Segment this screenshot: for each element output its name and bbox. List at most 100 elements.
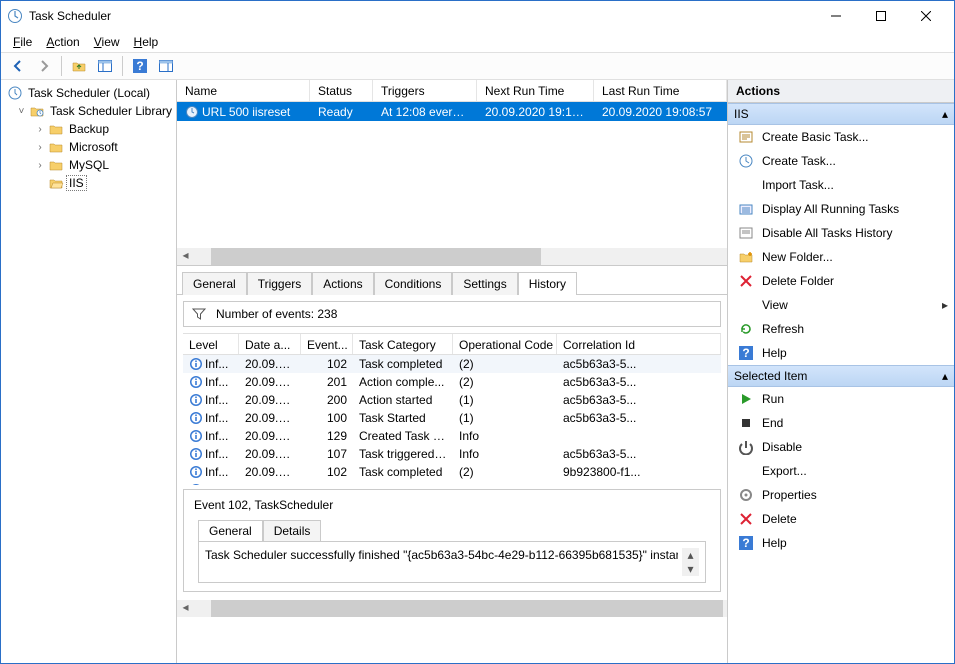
actions-title: Actions — [728, 80, 954, 103]
history-row[interactable]: Inf...20.09.2...201Action comple...(2)9b… — [183, 481, 721, 485]
event-tab-details[interactable]: Details — [263, 520, 322, 541]
col-last-run[interactable]: Last Run Time — [594, 80, 727, 101]
forward-button[interactable] — [33, 55, 55, 77]
tree-pane: Task Scheduler (Local) ˅ Task Scheduler … — [1, 80, 177, 663]
col-triggers[interactable]: Triggers — [373, 80, 477, 101]
action-disable-all-tasks-history[interactable]: Disable All Tasks History — [728, 221, 954, 245]
action-import-task[interactable]: Import Task... — [728, 173, 954, 197]
col-name[interactable]: Name — [177, 80, 310, 101]
tab-general[interactable]: General — [182, 272, 247, 295]
tab-triggers[interactable]: Triggers — [247, 272, 313, 295]
action-icon — [738, 391, 754, 407]
action-create-task[interactable]: Create Task... — [728, 149, 954, 173]
tab-actions[interactable]: Actions — [312, 272, 373, 295]
minimize-button[interactable] — [813, 2, 858, 30]
tree-item-iis[interactable]: IIS — [3, 174, 174, 192]
history-row[interactable]: Inf...20.09.2...201Action comple...(2)ac… — [183, 373, 721, 391]
action-icon: ? — [738, 345, 754, 361]
action-icon — [738, 463, 754, 479]
tree-root[interactable]: Task Scheduler (Local) — [3, 84, 174, 102]
action-icon: ? — [738, 535, 754, 551]
event-detail: Event 102, TaskScheduler General Details… — [183, 489, 721, 592]
up-folder-button[interactable] — [68, 55, 90, 77]
action-icon — [738, 321, 754, 337]
col-event-id[interactable]: Event... — [301, 334, 353, 354]
action-create-basic-task[interactable]: Create Basic Task... — [728, 125, 954, 149]
action-icon — [738, 415, 754, 431]
tab-conditions[interactable]: Conditions — [374, 272, 453, 295]
tab-history[interactable]: History — [518, 272, 577, 295]
info-icon — [189, 447, 203, 461]
horizontal-scrollbar[interactable]: ◂ — [177, 248, 727, 265]
tree-library[interactable]: ˅ Task Scheduler Library — [3, 102, 174, 120]
scheduler-icon — [7, 85, 23, 101]
folder-open-icon — [48, 175, 64, 191]
action-new-folder[interactable]: New Folder... — [728, 245, 954, 269]
action-display-all-running-tasks[interactable]: Display All Running Tasks — [728, 197, 954, 221]
toggle-actions-button[interactable] — [155, 55, 177, 77]
task-tabs: General Triggers Actions Conditions Sett… — [177, 266, 727, 295]
tab-settings[interactable]: Settings — [452, 272, 517, 295]
history-row[interactable]: Inf...20.09.2...102Task completed(2)9b92… — [183, 463, 721, 481]
action-help[interactable]: ?Help — [728, 531, 954, 555]
expand-icon[interactable]: › — [35, 160, 45, 171]
info-icon — [189, 411, 203, 425]
history-row[interactable]: Inf...20.09.2...129Created Task P...Info — [183, 427, 721, 445]
maximize-button[interactable] — [858, 2, 903, 30]
tree-item-mysql[interactable]: › MySQL — [3, 156, 174, 174]
col-level[interactable]: Level — [183, 334, 239, 354]
back-button[interactable] — [7, 55, 29, 77]
action-end[interactable]: End — [728, 411, 954, 435]
folder-icon — [48, 139, 64, 155]
task-row[interactable]: URL 500 iisreset Ready At 12:08 every ..… — [177, 102, 727, 121]
col-next-run[interactable]: Next Run Time — [477, 80, 594, 101]
col-status[interactable]: Status — [310, 80, 373, 101]
collapse-icon: ▴ — [942, 369, 948, 383]
action-delete-folder[interactable]: Delete Folder — [728, 269, 954, 293]
expand-icon[interactable]: ˅ — [17, 106, 26, 117]
action-disable[interactable]: Disable — [728, 435, 954, 459]
filter-icon[interactable] — [192, 307, 206, 321]
menubar: File Action View Help — [1, 31, 954, 52]
center-pane: Name Status Triggers Next Run Time Last … — [177, 80, 728, 663]
history-row[interactable]: Inf...20.09.2...107Task triggered ...Inf… — [183, 445, 721, 463]
menu-help[interactable]: Help — [128, 33, 165, 51]
col-category[interactable]: Task Category — [353, 334, 453, 354]
toggle-panes-button[interactable] — [94, 55, 116, 77]
window-title: Task Scheduler — [29, 9, 111, 23]
menu-action[interactable]: Action — [40, 33, 85, 51]
action-help[interactable]: ?Help — [728, 341, 954, 365]
close-button[interactable] — [903, 2, 948, 30]
tree-item-microsoft[interactable]: › Microsoft — [3, 138, 174, 156]
menu-view[interactable]: View — [88, 33, 126, 51]
horizontal-scrollbar[interactable]: ◂ — [177, 600, 727, 617]
col-correlation[interactable]: Correlation Id — [557, 334, 721, 354]
library-icon — [29, 103, 45, 119]
history-rows[interactable]: Inf...20.09.2...102Task completed(2)ac5b… — [183, 355, 721, 485]
tree-item-backup[interactable]: › Backup — [3, 120, 174, 138]
action-refresh[interactable]: Refresh — [728, 317, 954, 341]
history-row[interactable]: Inf...20.09.2...200Action started(1)ac5b… — [183, 391, 721, 409]
svg-text:?: ? — [742, 346, 749, 360]
col-date[interactable]: Date a... — [239, 334, 301, 354]
collapse-icon: ▴ — [942, 107, 948, 121]
menu-file[interactable]: File — [7, 33, 38, 51]
action-view[interactable]: View▸ — [728, 293, 954, 317]
expand-icon[interactable]: › — [35, 142, 45, 153]
actions-group-iis[interactable]: IIS ▴ — [728, 103, 954, 125]
help-button[interactable]: ? — [129, 55, 151, 77]
info-icon — [189, 465, 203, 479]
actions-group-selected[interactable]: Selected Item ▴ — [728, 365, 954, 387]
vertical-scrollbar[interactable]: ▴▾ — [682, 548, 699, 576]
action-properties[interactable]: Properties — [728, 483, 954, 507]
expand-icon[interactable]: › — [35, 124, 45, 135]
action-run[interactable]: Run — [728, 387, 954, 411]
event-tab-general[interactable]: General — [198, 520, 263, 541]
action-delete[interactable]: Delete — [728, 507, 954, 531]
action-icon — [738, 177, 754, 193]
info-icon — [189, 393, 203, 407]
action-export[interactable]: Export... — [728, 459, 954, 483]
col-opcode[interactable]: Operational Code — [453, 334, 557, 354]
history-row[interactable]: Inf...20.09.2...100Task Started(1)ac5b63… — [183, 409, 721, 427]
history-row[interactable]: Inf...20.09.2...102Task completed(2)ac5b… — [183, 355, 721, 373]
